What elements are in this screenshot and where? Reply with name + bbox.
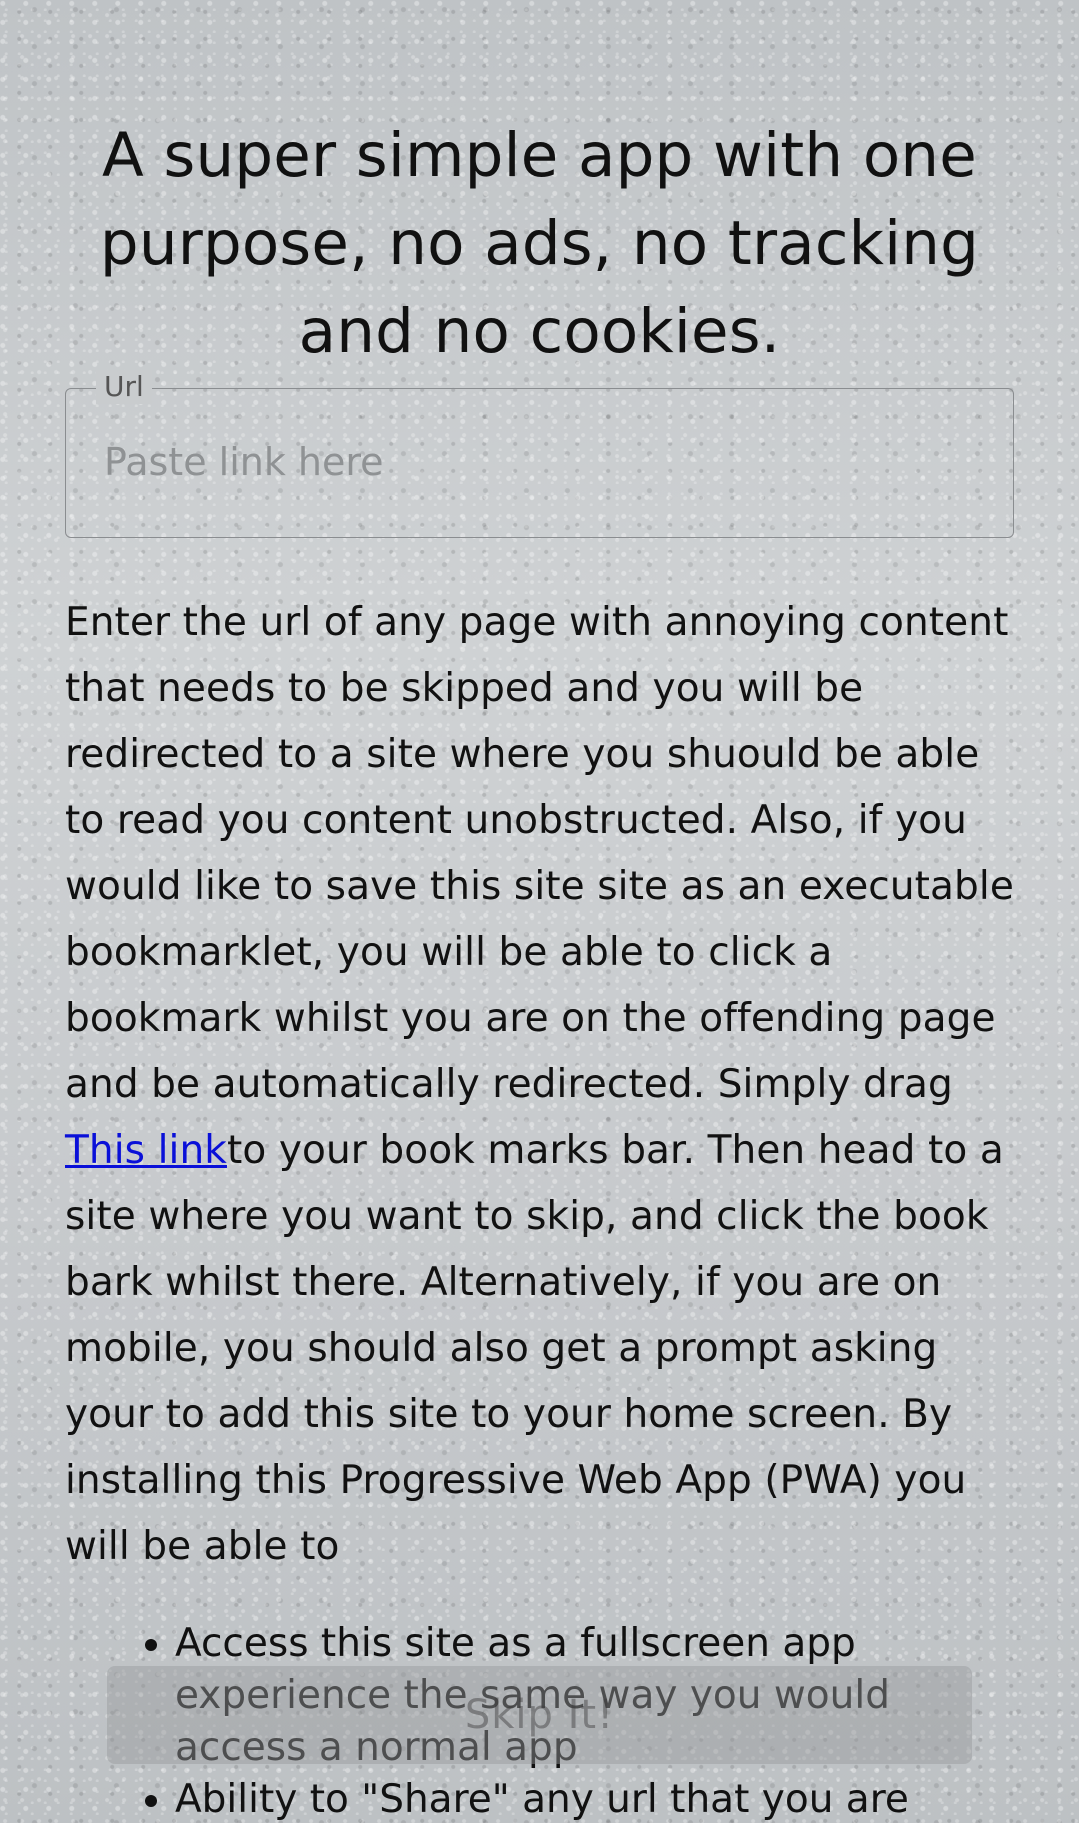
page-headline: A super simple app with one purpose, no … bbox=[99, 120, 980, 367]
skip-it-button[interactable]: Skip It! bbox=[107, 1666, 972, 1764]
url-field-label: Url bbox=[96, 370, 152, 404]
description-before-link: Enter the url of any page with annoying … bbox=[65, 600, 1014, 1107]
description-text: Enter the url of any page with annoying … bbox=[65, 590, 1014, 1580]
description-after-link: to your book marks bar. Then head to a s… bbox=[65, 1128, 1004, 1569]
main-content: A super simple app with one purpose, no … bbox=[65, 0, 1014, 1823]
url-input[interactable] bbox=[104, 429, 964, 495]
feature-item-share: Ability to "Share" any url that you are bbox=[175, 1774, 1014, 1823]
url-field[interactable]: Url bbox=[65, 370, 1014, 538]
bookmarklet-link[interactable]: This link bbox=[65, 1128, 227, 1173]
